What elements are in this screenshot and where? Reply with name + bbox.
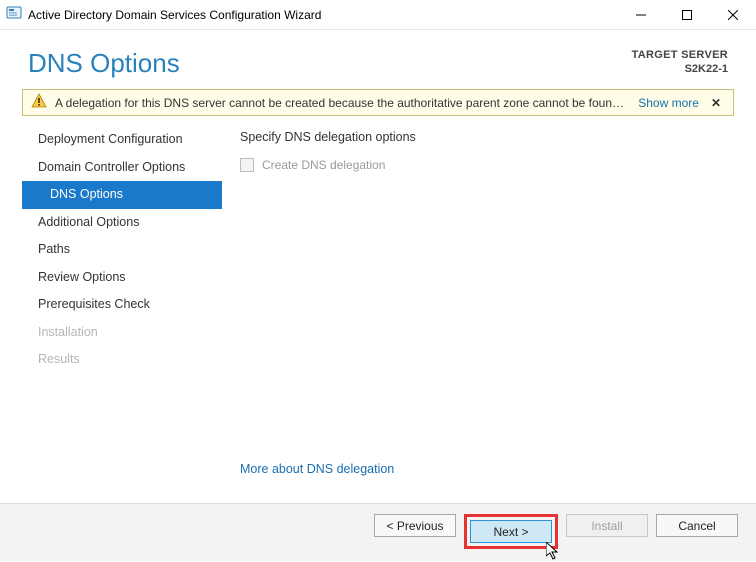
warning-container: A delegation for this DNS server cannot … xyxy=(0,89,756,116)
target-server-name: S2K22-1 xyxy=(632,62,728,76)
sidebar-item-paths[interactable]: Paths xyxy=(22,236,222,264)
window-controls xyxy=(618,0,756,30)
sidebar-item-additional-options[interactable]: Additional Options xyxy=(22,209,222,237)
titlebar-left: Active Directory Domain Services Configu… xyxy=(6,5,321,24)
create-dns-delegation-label: Create DNS delegation xyxy=(262,158,385,172)
sidebar-item-dns-options[interactable]: DNS Options xyxy=(22,181,222,209)
content-heading: Specify DNS delegation options xyxy=(240,130,734,144)
sidebar: Deployment Configuration Domain Controll… xyxy=(22,120,222,476)
warning-bar: A delegation for this DNS server cannot … xyxy=(22,89,734,116)
more-about-dns-delegation-link[interactable]: More about DNS delegation xyxy=(240,462,394,476)
sidebar-item-review-options[interactable]: Review Options xyxy=(22,264,222,292)
cancel-button[interactable]: Cancel xyxy=(656,514,738,537)
content-pane: Specify DNS delegation options Create DN… xyxy=(222,120,734,476)
warning-icon xyxy=(31,93,47,112)
close-button[interactable] xyxy=(710,0,756,30)
page-title: DNS Options xyxy=(28,48,180,79)
titlebar: Active Directory Domain Services Configu… xyxy=(0,0,756,30)
footer: < Previous Next > Install Cancel xyxy=(0,503,756,561)
create-dns-delegation-row: Create DNS delegation xyxy=(240,158,734,172)
sidebar-item-domain-controller-options[interactable]: Domain Controller Options xyxy=(22,154,222,182)
sidebar-item-results: Results xyxy=(22,346,222,374)
warning-show-more-link[interactable]: Show more xyxy=(638,96,699,110)
header: DNS Options TARGET SERVER S2K22-1 xyxy=(0,30,756,89)
next-button[interactable]: Next > xyxy=(470,520,552,543)
sidebar-item-installation: Installation xyxy=(22,319,222,347)
sidebar-item-deployment-configuration[interactable]: Deployment Configuration xyxy=(22,126,222,154)
target-server-block: TARGET SERVER S2K22-1 xyxy=(632,48,728,77)
window-title: Active Directory Domain Services Configu… xyxy=(28,8,321,22)
warning-text: A delegation for this DNS server cannot … xyxy=(55,96,624,110)
minimize-button[interactable] xyxy=(618,0,664,30)
target-server-label: TARGET SERVER xyxy=(632,48,728,62)
next-button-highlight: Next > xyxy=(464,514,558,549)
body: Deployment Configuration Domain Controll… xyxy=(0,116,756,476)
create-dns-delegation-checkbox xyxy=(240,158,254,172)
sidebar-item-prerequisites-check[interactable]: Prerequisites Check xyxy=(22,291,222,319)
app-icon xyxy=(6,5,22,24)
previous-button[interactable]: < Previous xyxy=(374,514,456,537)
warning-close-button[interactable]: ✕ xyxy=(707,96,725,110)
install-button: Install xyxy=(566,514,648,537)
maximize-button[interactable] xyxy=(664,0,710,30)
